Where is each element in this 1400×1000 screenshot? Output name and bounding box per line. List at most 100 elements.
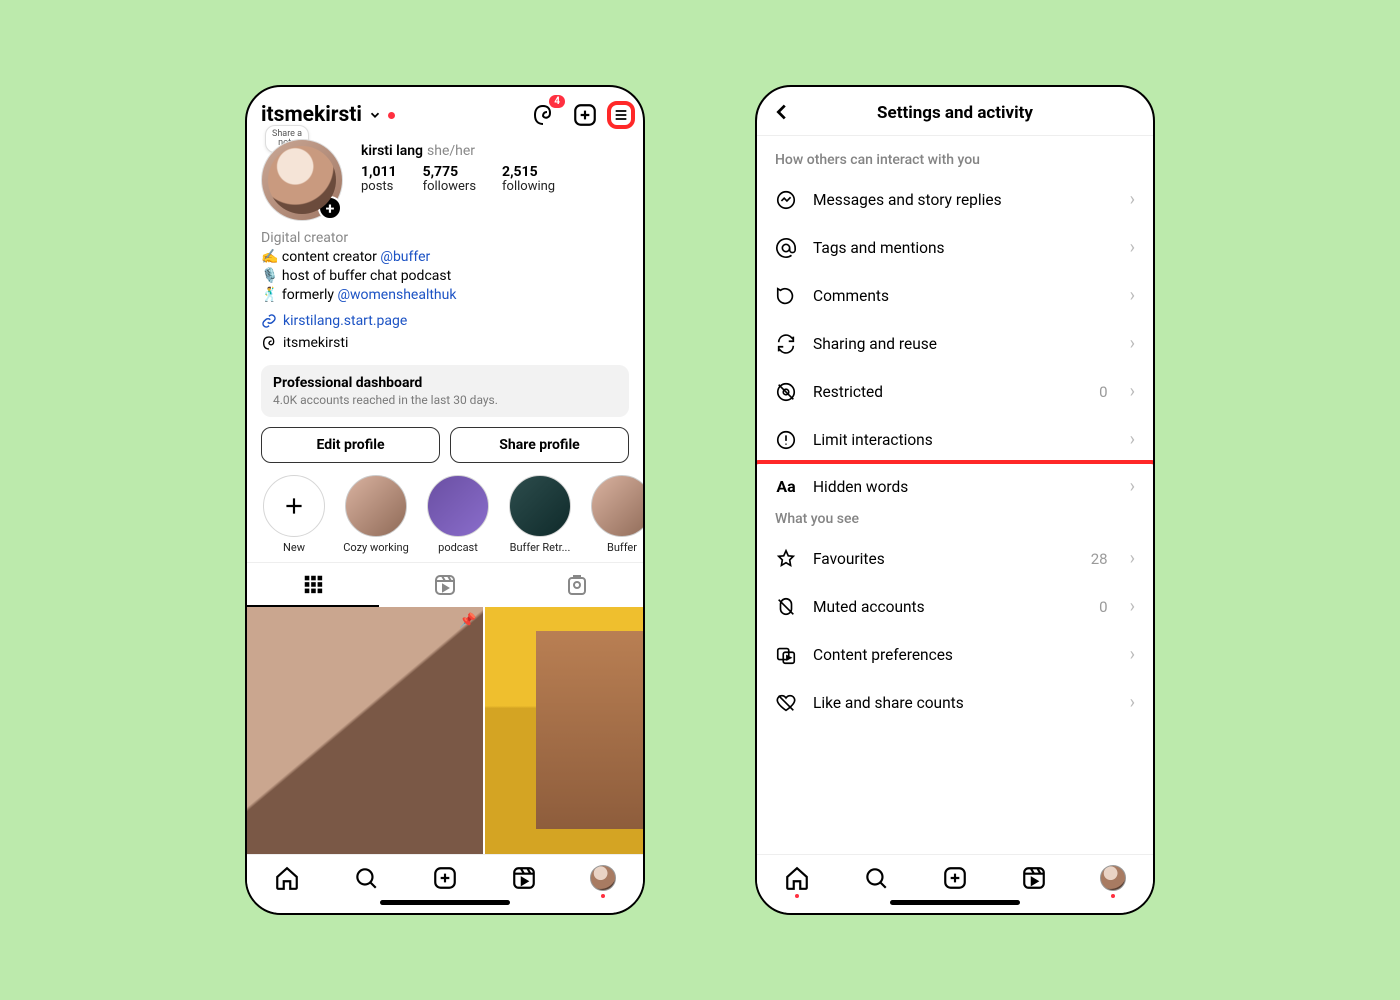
story-circle-icon — [263, 475, 325, 537]
tagged-tab[interactable] — [511, 563, 643, 607]
settings-row-sharing-and-reuse[interactable]: Sharing and reuse › — [757, 320, 1153, 368]
settings-row-restricted[interactable]: Restricted 0 › — [757, 368, 1153, 416]
settings-row-comments[interactable]: Comments › — [757, 272, 1153, 320]
create-icon — [942, 865, 968, 891]
profile-info: Share a note + kirsti langshe/her 1,011p… — [247, 137, 643, 227]
aa-icon: Aa — [775, 477, 797, 495]
bio-link-buffer[interactable]: @buffer — [380, 249, 430, 265]
settings-row-label: Hidden words — [813, 478, 908, 496]
story-highlight[interactable]: Buffer Retr... — [507, 475, 573, 554]
nav-profile[interactable] — [1100, 865, 1126, 891]
nav-create[interactable] — [432, 865, 458, 891]
grid-tab[interactable] — [247, 563, 379, 607]
notification-dot-icon — [1111, 894, 1115, 898]
content-icon — [775, 644, 797, 666]
edit-profile-button[interactable]: Edit profile — [261, 427, 440, 463]
chevron-right-icon: › — [1130, 646, 1135, 664]
threads-button[interactable]: 4 — [529, 101, 557, 129]
post-grid: 📌 📌 📌 — [247, 607, 643, 854]
story-highlight[interactable]: Buffer — [589, 475, 643, 554]
star-icon — [775, 548, 797, 570]
story-circle-icon — [591, 475, 643, 537]
menu-button[interactable] — [607, 101, 635, 129]
home-icon — [274, 865, 300, 891]
professional-dashboard-card[interactable]: Professional dashboard 4.0K accounts rea… — [261, 365, 629, 417]
settings-row-content-preferences[interactable]: Content preferences › — [757, 631, 1153, 679]
username: itsmekirsti — [261, 103, 362, 127]
post-thumbnail[interactable]: 📌 — [485, 607, 643, 854]
post-thumbnail[interactable]: 📌 — [247, 607, 483, 854]
grid-icon — [302, 573, 324, 595]
settings-row-label: Tags and mentions — [813, 239, 945, 257]
settings-row-limit-interactions[interactable]: Limit interactions › — [757, 416, 1153, 464]
story-highlight[interactable]: podcast — [425, 475, 491, 554]
restricted-icon — [775, 381, 797, 403]
hamburger-menu-icon — [613, 102, 629, 128]
nav-reels[interactable] — [1021, 865, 1047, 891]
search-icon — [353, 865, 379, 891]
settings-row-label: Favourites — [813, 550, 885, 568]
profile-avatar[interactable]: + — [261, 139, 343, 221]
messenger-icon — [775, 189, 797, 211]
tagged-icon — [565, 573, 589, 597]
reels-nav-icon — [1021, 865, 1047, 891]
share-profile-button[interactable]: Share profile — [450, 427, 629, 463]
add-story-plus-icon[interactable]: + — [318, 196, 342, 220]
notification-dot-icon — [795, 894, 799, 898]
story-circle-icon — [509, 475, 571, 537]
category-label: Digital creator — [261, 229, 629, 248]
settings-row-like-and-share-counts[interactable]: Like and share counts › — [757, 679, 1153, 727]
posts-stat[interactable]: 1,011posts — [361, 165, 397, 195]
nav-search[interactable] — [353, 865, 379, 891]
nav-profile[interactable] — [590, 865, 616, 891]
story-highlights: New Cozy working podcast Buffer Retr... Buff… — [247, 475, 643, 562]
display-name: kirsti langshe/her — [361, 143, 629, 159]
section-header: What you see — [757, 495, 1153, 535]
nav-home[interactable] — [274, 865, 300, 891]
settings-row-messages-and-story-replies[interactable]: Messages and story replies › — [757, 176, 1153, 224]
settings-row-value: 28 — [1091, 550, 1114, 568]
profile-tabs — [247, 562, 643, 607]
nav-create[interactable] — [942, 865, 968, 891]
settings-row-label: Like and share counts — [813, 694, 964, 712]
chevron-right-icon: › — [1130, 550, 1135, 568]
nav-search[interactable] — [863, 865, 889, 891]
story-highlight[interactable]: New — [261, 475, 327, 554]
nav-home[interactable] — [784, 865, 810, 891]
following-stat[interactable]: 2,515following — [502, 165, 555, 195]
back-button[interactable] — [771, 101, 793, 123]
followers-stat[interactable]: 5,775followers — [423, 165, 476, 195]
story-label: Cozy working — [343, 541, 409, 554]
create-plus-icon — [572, 102, 598, 128]
nav-reels[interactable] — [511, 865, 537, 891]
settings-screen: Settings and activity How others can int… — [755, 85, 1155, 915]
chevron-right-icon: › — [1130, 478, 1135, 496]
comment-icon — [775, 285, 797, 307]
settings-row-label: Content preferences — [813, 646, 953, 664]
settings-header: Settings and activity — [757, 87, 1153, 136]
create-button[interactable] — [571, 101, 599, 129]
search-icon — [863, 865, 889, 891]
bio-link-wh[interactable]: @womenshealthuk — [337, 287, 456, 303]
chevron-right-icon: › — [1130, 191, 1135, 209]
story-circle-icon — [427, 475, 489, 537]
page-title: Settings and activity — [877, 103, 1033, 123]
chevron-right-icon: › — [1130, 598, 1135, 616]
settings-row-tags-and-mentions[interactable]: Tags and mentions › — [757, 224, 1153, 272]
story-label: podcast — [438, 541, 478, 554]
home-indicator — [380, 900, 510, 905]
story-highlight[interactable]: Cozy working — [343, 475, 409, 554]
chevron-right-icon: › — [1130, 335, 1135, 353]
avatar-icon — [1100, 865, 1126, 891]
settings-row-hidden-words[interactable]: Aa Hidden words › — [757, 464, 1153, 495]
chevron-down-icon — [368, 108, 382, 122]
threads-handle-row[interactable]: itsmekirsti — [247, 333, 643, 361]
at-icon — [775, 237, 797, 259]
reels-tab[interactable] — [379, 563, 511, 607]
settings-row-value: 0 — [1099, 598, 1113, 616]
bio-url[interactable]: kirstilang.start.page — [247, 313, 643, 333]
settings-row-label: Muted accounts — [813, 598, 925, 616]
settings-row-favourites[interactable]: Favourites 28 › — [757, 535, 1153, 583]
settings-row-muted-accounts[interactable]: Muted accounts 0 › — [757, 583, 1153, 631]
username-dropdown[interactable]: itsmekirsti — [261, 103, 395, 127]
